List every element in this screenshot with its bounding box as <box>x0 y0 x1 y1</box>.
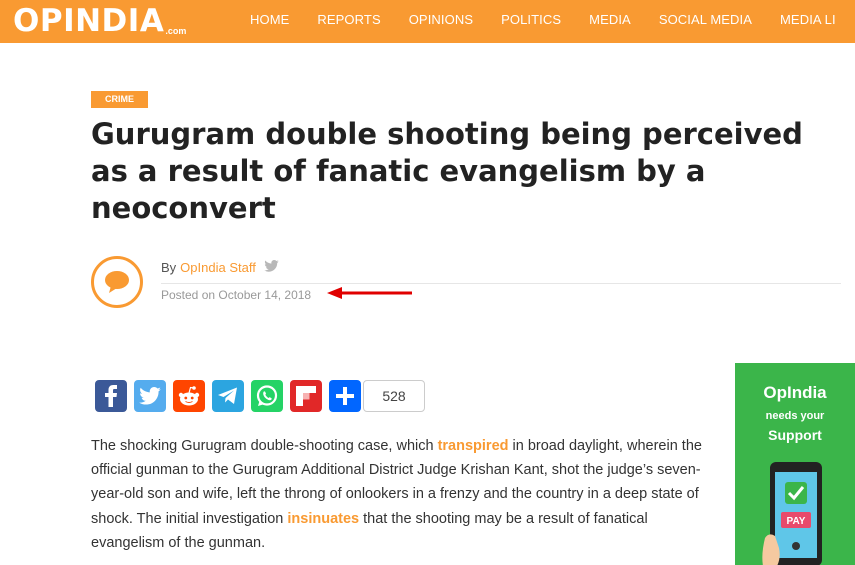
author-avatar[interactable] <box>91 256 143 308</box>
annotation-arrow-icon <box>327 287 412 299</box>
telegram-share-button[interactable] <box>212 380 244 412</box>
nav-item-home[interactable]: HOME <box>236 0 303 43</box>
nav-item-media[interactable]: MEDIA <box>575 0 645 43</box>
author-link[interactable]: OpIndia Staff <box>180 260 256 275</box>
main-nav: HOME REPORTS OPINIONS POLITICS MEDIA SOC… <box>236 0 850 43</box>
telegram-icon <box>218 387 237 404</box>
byline-divider <box>161 283 841 284</box>
facebook-icon <box>105 385 117 407</box>
nav-item-opinions[interactable]: OPINIONS <box>395 0 487 43</box>
nav-item-reports[interactable]: REPORTS <box>303 0 394 43</box>
support-ad-banner[interactable]: OpIndia needs your Support PAY <box>735 363 855 565</box>
author-twitter-icon[interactable] <box>264 260 279 275</box>
ad-title: OpIndia <box>763 383 827 402</box>
whatsapp-share-button[interactable] <box>251 380 283 412</box>
share-bar: 528 <box>95 380 425 412</box>
share-more-button[interactable] <box>329 380 361 412</box>
category-badge[interactable]: CRIME <box>91 91 148 108</box>
whatsapp-icon <box>256 385 278 406</box>
article-title: Gurugram double shooting being perceived… <box>91 117 803 225</box>
logo-suffix: .com <box>165 26 187 36</box>
post-date: Posted on October 14, 2018 <box>161 288 312 302</box>
phone-pay-icon: PAY <box>762 462 822 565</box>
article-body: The shocking Gurugram double-shooting ca… <box>91 434 711 555</box>
ad-line1: needs your <box>765 410 825 422</box>
nav-item-media-literacy[interactable]: MEDIA LI <box>766 0 850 43</box>
body-text-1: The shocking Gurugram double-shooting ca… <box>91 438 438 454</box>
reddit-share-button[interactable] <box>173 380 205 412</box>
twitter-icon <box>139 387 161 405</box>
ad-pay-label: PAY <box>787 516 806 527</box>
site-logo[interactable]: OPINDIA .com <box>13 0 186 43</box>
transpired-link[interactable]: transpired <box>438 438 509 454</box>
byline: By OpIndia Staff <box>161 260 279 275</box>
nav-item-politics[interactable]: POLITICS <box>487 0 575 43</box>
insinuates-link[interactable]: insinuates <box>287 511 359 527</box>
facebook-share-button[interactable] <box>95 380 127 412</box>
logo-text: OPINDIA <box>13 3 165 39</box>
flipboard-share-button[interactable] <box>290 380 322 412</box>
plus-icon <box>336 387 354 405</box>
share-count: 528 <box>363 380 425 412</box>
reddit-icon <box>178 386 200 406</box>
nav-item-social-media[interactable]: SOCIAL MEDIA <box>645 0 766 43</box>
speech-bubble-icon <box>105 271 129 293</box>
top-navbar: OPINDIA .com HOME REPORTS OPINIONS POLIT… <box>0 0 855 43</box>
ad-line2: Support <box>768 427 822 443</box>
byline-prefix: By <box>161 260 177 275</box>
flipboard-icon <box>296 386 316 406</box>
twitter-share-button[interactable] <box>134 380 166 412</box>
